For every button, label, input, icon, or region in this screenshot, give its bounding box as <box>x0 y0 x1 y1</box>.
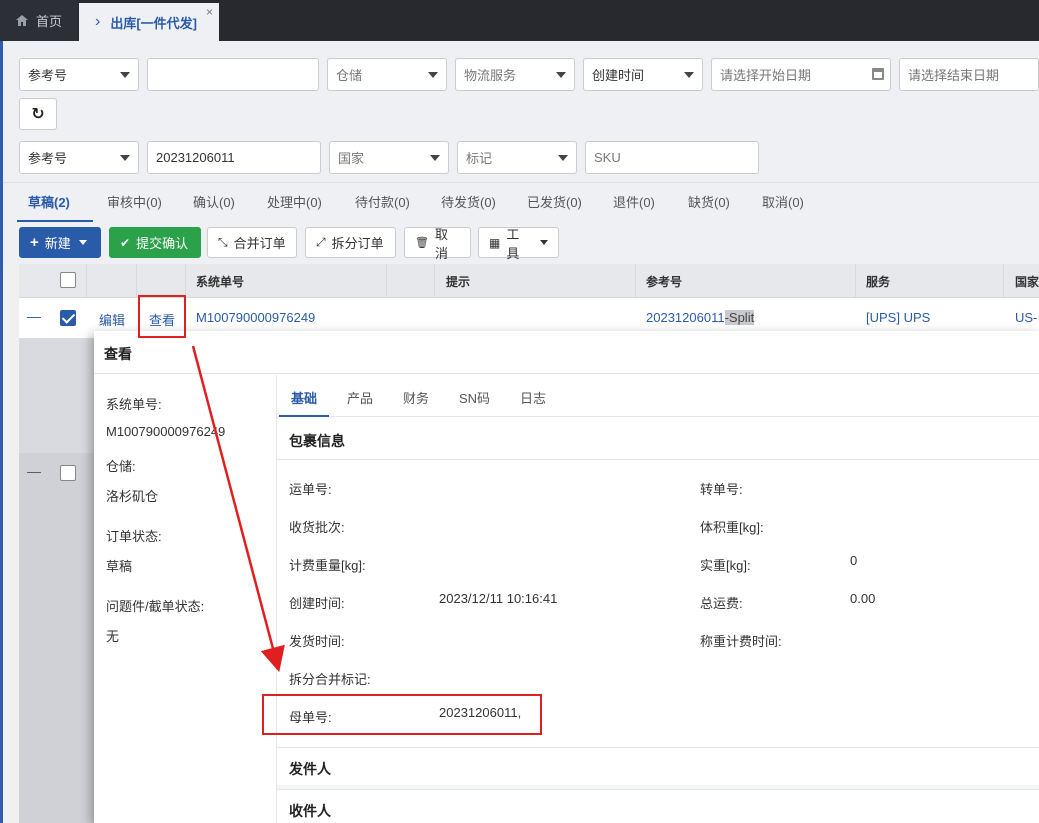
annotation-arrow-icon <box>191 345 285 673</box>
